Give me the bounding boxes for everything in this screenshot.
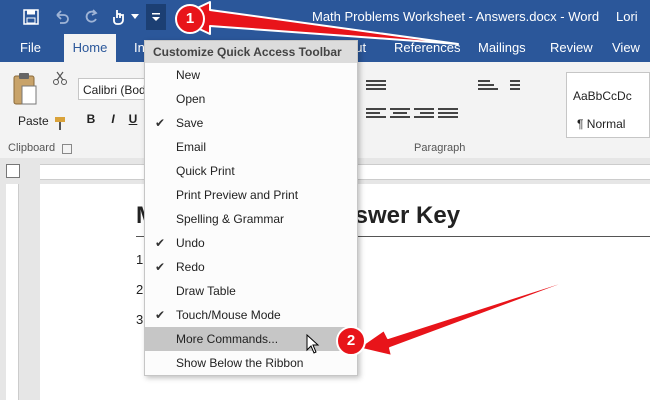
clipboard-group-label: Clipboard (8, 142, 56, 154)
menu-items: New Open ✔ Save Email Quick Print Print Previe… (145, 63, 357, 375)
paste-icon (13, 73, 37, 105)
justify-icon[interactable] (438, 108, 458, 122)
style-normal-tile[interactable]: AaBbCcDc ¶ Normal (566, 72, 650, 138)
align-right-icon[interactable] (414, 108, 434, 122)
tab-view[interactable]: View (612, 34, 640, 62)
menu-item-label: Undo (176, 236, 205, 250)
menu-item-label: Show Below the Ribbon (176, 356, 304, 370)
tab-selector[interactable] (6, 164, 20, 178)
check-icon: ✔ (155, 260, 166, 274)
bold-button[interactable]: B (82, 110, 100, 128)
menu-item-undo[interactable]: ✔ Undo (145, 231, 357, 255)
sort-icon[interactable] (478, 80, 498, 94)
menu-item-quick-print[interactable]: Quick Print (145, 159, 357, 183)
style-sample: AaBbCcDc (573, 89, 632, 103)
menu-item-more-commands[interactable]: More Commands... (145, 327, 357, 351)
chevron-down-icon (130, 6, 140, 28)
callout-badge-2: 2 (336, 326, 366, 356)
align-left-icon[interactable] (366, 108, 386, 122)
menu-item-show-below-the-ribbon[interactable]: Show Below the Ribbon (145, 351, 357, 375)
menu-item-label: Email (176, 140, 207, 154)
menu-item-label: Open (176, 92, 206, 106)
paste-button[interactable]: Paste (6, 68, 49, 140)
customize-qat-menu: Customize Quick Access Toolbar New Open ✔ S… (144, 40, 358, 376)
menu-item-email[interactable]: Email (145, 135, 357, 159)
check-icon: ✔ (155, 116, 166, 130)
menu-item-label: Touch/Mouse Mode (176, 308, 281, 322)
user-name[interactable]: Lori (616, 9, 638, 24)
menu-item-label: Quick Print (176, 164, 235, 178)
bullets-icon[interactable] (366, 80, 386, 94)
check-icon: ✔ (155, 236, 166, 250)
undo-icon[interactable] (50, 6, 72, 28)
menu-item-new[interactable]: New (145, 63, 357, 87)
paste-label: Paste (18, 114, 49, 128)
menu-item-save[interactable]: ✔ Save (145, 111, 357, 135)
cut-icon[interactable] (52, 70, 68, 89)
tab-references[interactable]: References (394, 34, 460, 62)
tab-review[interactable]: Review (550, 34, 593, 62)
italic-button[interactable]: I (104, 110, 122, 128)
title-bar: Math Problems Worksheet - Answers.docx -… (0, 0, 650, 34)
dialog-launcher-icon[interactable] (62, 144, 72, 154)
tab-mailings[interactable]: Mailings (478, 34, 526, 62)
tab-home[interactable]: Home (64, 34, 116, 62)
menu-item-label: Redo (176, 260, 205, 274)
menu-header: Customize Quick Access Toolbar (145, 41, 357, 63)
tab-file[interactable]: File (20, 34, 41, 62)
touch-mode-icon[interactable] (108, 6, 130, 28)
menu-item-label: Draw Table (176, 284, 236, 298)
doc-line-2: 2 (136, 282, 144, 297)
menu-item-redo[interactable]: ✔ Redo (145, 255, 357, 279)
doc-line-3: 3 (136, 312, 144, 327)
redo-icon[interactable] (80, 6, 102, 28)
paragraph-group-label: Paragraph (414, 142, 466, 154)
show-marks-icon[interactable] (510, 80, 530, 94)
menu-item-open[interactable]: Open (145, 87, 357, 111)
align-center-icon[interactable] (390, 108, 410, 122)
vertical-ruler[interactable] (6, 184, 19, 400)
doc-title-end: nswer Key (340, 202, 461, 229)
format-painter-icon[interactable] (52, 116, 68, 135)
menu-item-print-preview-and-print[interactable]: Print Preview and Print (145, 183, 357, 207)
customize-qat-icon[interactable] (146, 4, 166, 30)
style-name: ¶ Normal (577, 117, 626, 131)
menu-item-touch-mouse-mode[interactable]: ✔ Touch/Mouse Mode (145, 303, 357, 327)
window-title: Math Problems Worksheet - Answers.docx -… (312, 9, 600, 24)
menu-item-label: Spelling & Grammar (176, 212, 285, 226)
menu-item-label: Print Preview and Print (176, 188, 299, 202)
callout-badge-1: 1 (175, 4, 205, 34)
doc-line-1: 1 (136, 252, 144, 267)
menu-item-draw-table[interactable]: Draw Table (145, 279, 357, 303)
underline-button[interactable]: U (124, 110, 142, 128)
font-name-box[interactable]: Calibri (Bod (78, 78, 148, 100)
save-icon[interactable] (20, 6, 42, 28)
menu-item-label: More Commands... (176, 332, 279, 346)
mouse-cursor-icon (306, 333, 320, 357)
menu-item-label: New (176, 68, 201, 82)
menu-item-spelling-grammar[interactable]: Spelling & Grammar (145, 207, 357, 231)
check-icon: ✔ (155, 308, 166, 322)
menu-item-label: Save (176, 116, 204, 130)
